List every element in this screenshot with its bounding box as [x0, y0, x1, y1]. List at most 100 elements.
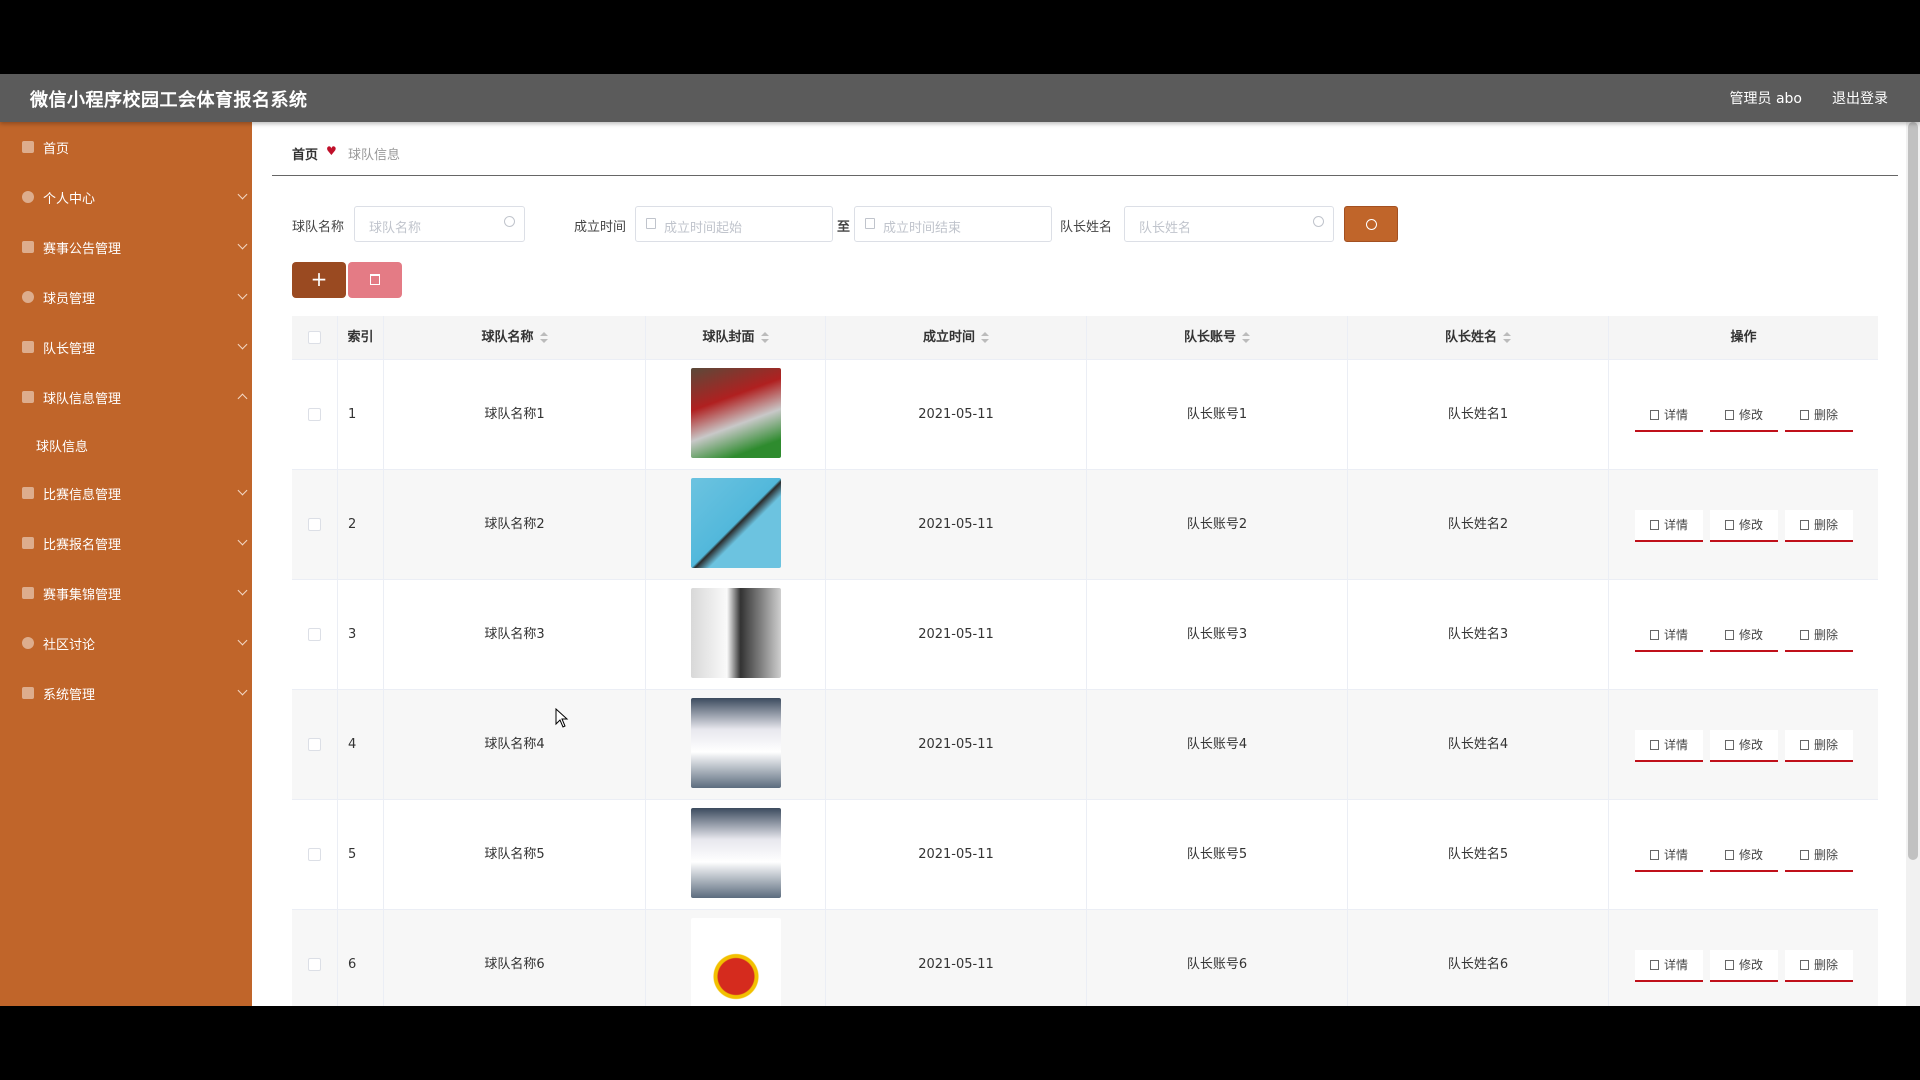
sidebar-item-0[interactable]: 首页	[0, 122, 252, 172]
cell-captain-name: 队长姓名3	[1348, 580, 1609, 690]
sidebar-item-4[interactable]: 队长管理	[0, 322, 252, 372]
sidebar-subitem-team-info[interactable]: 球队信息	[0, 422, 252, 468]
detail-button[interactable]: 详情	[1635, 400, 1703, 432]
trash-icon	[370, 274, 380, 285]
cell-index: 6	[338, 910, 384, 1006]
edit-button[interactable]: 修改	[1710, 510, 1778, 542]
sidebar-item-9[interactable]: 社区讨论	[0, 618, 252, 668]
search-button[interactable]	[1344, 206, 1398, 242]
start-date-input[interactable]: 成立时间起始	[635, 206, 833, 242]
sort-icon[interactable]	[1242, 331, 1250, 344]
header-captain-account[interactable]: 队长账号	[1087, 316, 1348, 360]
sidebar-item-3[interactable]: 球员管理	[0, 272, 252, 322]
scrollbar-thumb[interactable]	[1908, 122, 1918, 860]
sort-icon[interactable]	[1503, 331, 1511, 344]
delete-button[interactable]: 删除	[1785, 620, 1853, 652]
cell-select	[292, 360, 338, 470]
page-scrollbar[interactable]	[1906, 122, 1920, 1006]
sidebar-item-label: 首页	[43, 141, 70, 157]
sidebar-item-7[interactable]: 比赛报名管理	[0, 518, 252, 568]
team-name-input[interactable]: 球队名称	[354, 206, 525, 242]
detail-button[interactable]: 详情	[1635, 730, 1703, 762]
edit-button[interactable]: 修改	[1710, 840, 1778, 872]
sort-icon[interactable]	[760, 331, 769, 344]
sidebar-item-10[interactable]: 系统管理	[0, 668, 252, 718]
search-icon	[1366, 219, 1377, 230]
sidebar-item-5[interactable]: 球队信息管理	[0, 372, 252, 422]
cell-index: 4	[338, 690, 384, 800]
sort-icon[interactable]	[981, 331, 989, 344]
sidebar-item-label: 系统管理	[43, 687, 96, 703]
row-checkbox[interactable]	[308, 958, 321, 971]
captain-name-input[interactable]: 队长姓名	[1124, 206, 1334, 242]
row-checkbox[interactable]	[308, 738, 321, 751]
edit-button[interactable]: 修改	[1710, 400, 1778, 432]
header-found-time[interactable]: 成立时间	[826, 316, 1087, 360]
detail-button[interactable]: 详情	[1635, 510, 1703, 542]
header-team-name[interactable]: 球队名称	[384, 316, 646, 360]
chevron-down-icon	[237, 485, 248, 496]
detail-button[interactable]: 详情	[1635, 950, 1703, 982]
sidebar-item-2[interactable]: 赛事公告管理	[0, 222, 252, 272]
cell-found-time: 2021-05-11	[826, 800, 1087, 910]
user-icon	[22, 191, 34, 203]
table-body: 1 球队名称1 2021-05-11 队长账号1 队长姓名1 详情 修改 删除 2 球队名称2 20…	[292, 360, 1878, 1006]
detail-button[interactable]: 详情	[1635, 840, 1703, 872]
delete-button[interactable]: 删除	[1785, 510, 1853, 542]
add-button[interactable]: +	[292, 262, 346, 298]
team-cover-image[interactable]	[691, 698, 781, 788]
edit-button-label: 修改	[1738, 408, 1763, 422]
breadcrumb-home[interactable]: 首页	[292, 144, 318, 163]
trash-icon	[1799, 850, 1809, 860]
table-row: 6 球队名称6 2021-05-11 队长账号6 队长姓名6 详情 修改 删除	[292, 910, 1878, 1006]
chevron-up-icon	[237, 393, 248, 404]
team-cover-image[interactable]	[691, 478, 781, 568]
select-all-checkbox[interactable]	[308, 331, 321, 344]
team-cover-image[interactable]	[691, 588, 781, 678]
row-checkbox[interactable]	[308, 628, 321, 641]
cell-select	[292, 800, 338, 910]
batch-delete-button[interactable]	[348, 262, 402, 298]
sidebar-item-1[interactable]: 个人中心	[0, 172, 252, 222]
cell-actions: 详情 修改 删除	[1609, 580, 1878, 690]
delete-button-label: 删除	[1813, 958, 1838, 972]
delete-button[interactable]: 删除	[1785, 950, 1853, 982]
calendar-icon	[865, 218, 875, 229]
delete-button[interactable]: 删除	[1785, 400, 1853, 432]
cell-team-name: 球队名称1	[384, 360, 646, 470]
cell-found-time: 2021-05-11	[826, 690, 1087, 800]
delete-button[interactable]: 删除	[1785, 730, 1853, 762]
detail-button[interactable]: 详情	[1635, 620, 1703, 652]
row-checkbox[interactable]	[308, 848, 321, 861]
delete-button-label: 删除	[1813, 518, 1838, 532]
heart-icon: ♥	[326, 144, 337, 158]
logout-link[interactable]: 退出登录	[1832, 88, 1888, 108]
team-cover-image[interactable]	[691, 808, 781, 898]
header-team-cover[interactable]: 球队封面	[646, 316, 826, 360]
chevron-down-icon	[237, 585, 248, 596]
delete-button[interactable]: 删除	[1785, 840, 1853, 872]
top-bar: 微信小程序校园工会体育报名系统 管理员 abo 退出登录	[0, 74, 1920, 122]
team-name-placeholder: 球队名称	[369, 221, 422, 236]
cell-team-cover	[646, 360, 826, 470]
team-cover-image[interactable]	[691, 918, 781, 1006]
row-checkbox[interactable]	[308, 408, 321, 421]
edit-button[interactable]: 修改	[1710, 730, 1778, 762]
player-icon	[22, 291, 34, 303]
edit-button[interactable]: 修改	[1710, 950, 1778, 982]
table-row: 1 球队名称1 2021-05-11 队长账号1 队长姓名1 详情 修改 删除	[292, 360, 1878, 470]
cell-team-cover	[646, 910, 826, 1006]
sidebar-item-6[interactable]: 比赛信息管理	[0, 468, 252, 518]
register-icon	[22, 537, 34, 549]
team-cover-image[interactable]	[691, 368, 781, 458]
sidebar-item-8[interactable]: 赛事集锦管理	[0, 568, 252, 618]
edit-button[interactable]: 修改	[1710, 620, 1778, 652]
start-date-placeholder: 成立时间起始	[664, 221, 743, 236]
end-date-input[interactable]: 成立时间结束	[854, 206, 1052, 242]
sort-icon[interactable]	[539, 331, 548, 344]
search-icon	[504, 216, 515, 227]
end-date-placeholder: 成立时间结束	[883, 221, 962, 236]
row-checkbox[interactable]	[308, 518, 321, 531]
header-captain-name[interactable]: 队长姓名	[1348, 316, 1609, 360]
home-icon	[22, 141, 34, 153]
